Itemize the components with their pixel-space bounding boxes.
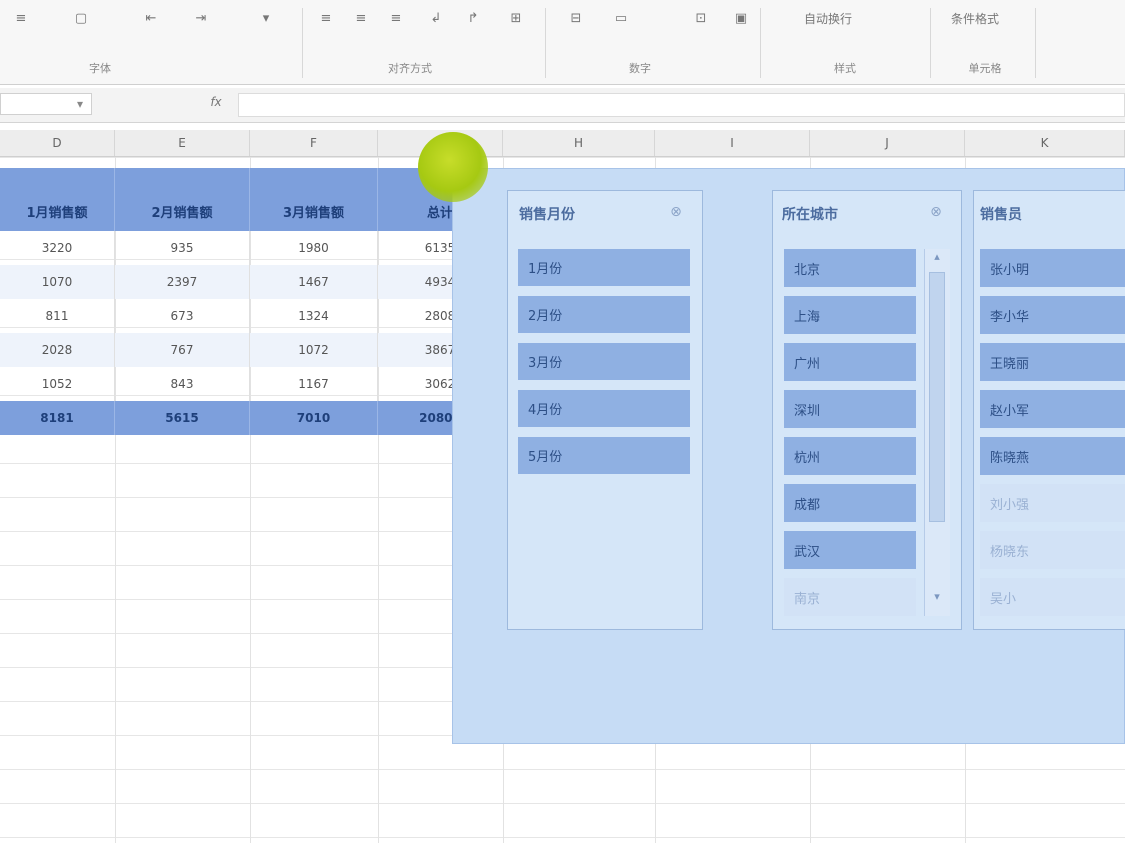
formula-input[interactable] bbox=[238, 93, 1125, 117]
table-cell[interactable]: 1070 bbox=[0, 265, 115, 299]
align-bottom-icon[interactable]: ≡ bbox=[385, 6, 407, 30]
table-cell[interactable]: 843 bbox=[115, 367, 250, 401]
ribbon-separator bbox=[760, 8, 761, 78]
table-header-jan[interactable]: 1月销售额 bbox=[0, 168, 115, 231]
table-cell[interactable]: 673 bbox=[115, 299, 250, 333]
column-header-i[interactable]: I bbox=[655, 130, 810, 156]
scroll-thumb[interactable] bbox=[929, 272, 945, 522]
slicer-item[interactable]: 南京 bbox=[784, 578, 916, 616]
slicer-item[interactable]: 4月份 bbox=[518, 390, 690, 427]
slicer-item[interactable]: 刘小强 bbox=[980, 484, 1125, 522]
ribbon-separator bbox=[545, 8, 546, 78]
group-label-alignment: 对齐方式 bbox=[388, 62, 432, 75]
cursor-highlight bbox=[418, 132, 488, 202]
slicer-item[interactable]: 杨晓东 bbox=[980, 531, 1125, 569]
ribbon-separator bbox=[1035, 8, 1036, 78]
slicer-item[interactable]: 赵小军 bbox=[980, 390, 1125, 428]
slicer-item[interactable]: 3月份 bbox=[518, 343, 690, 380]
scroll-down-icon[interactable]: ▾ bbox=[928, 590, 946, 608]
slicer-item[interactable]: 王晓丽 bbox=[980, 343, 1125, 381]
align-left-icon[interactable]: ≡ bbox=[10, 6, 32, 30]
clear-filter-icon[interactable]: ⊗ bbox=[926, 204, 946, 226]
slicer-title: 所在城市 bbox=[782, 207, 838, 223]
column-header-d[interactable]: D bbox=[0, 130, 115, 156]
number-format-icon[interactable]: ⊟ bbox=[565, 6, 587, 30]
ribbon-separator bbox=[302, 8, 303, 78]
slicer-item[interactable]: 深圳 bbox=[784, 390, 916, 428]
table-total-cell[interactable]: 7010 bbox=[250, 401, 378, 435]
table-cell[interactable]: 811 bbox=[0, 299, 115, 333]
column-header-f[interactable]: F bbox=[250, 130, 378, 156]
align-top-icon[interactable]: ≡ bbox=[315, 6, 337, 30]
conditional-format-button[interactable]: 条件格式 bbox=[940, 6, 1010, 30]
border-icon[interactable]: ▢ bbox=[70, 6, 92, 30]
group-label-cells: 单元格 bbox=[968, 62, 1002, 75]
slicer-item[interactable]: 上海 bbox=[784, 296, 916, 334]
scroll-up-icon[interactable]: ▴ bbox=[928, 250, 946, 268]
slicer-item[interactable]: 1月份 bbox=[518, 249, 690, 286]
dropdown-icon[interactable]: ▾ bbox=[255, 6, 277, 30]
table-cell[interactable]: 1052 bbox=[0, 367, 115, 401]
slicer-item[interactable]: 杭州 bbox=[784, 437, 916, 475]
decimal-decrease-icon[interactable]: ▣ bbox=[730, 6, 752, 30]
table-cell[interactable]: 935 bbox=[115, 231, 250, 265]
slicer-item[interactable]: 北京 bbox=[784, 249, 916, 287]
slicer-title: 销售员 bbox=[980, 207, 1022, 223]
column-header-k[interactable]: K bbox=[965, 130, 1125, 156]
slicer-title: 销售月份 bbox=[519, 207, 575, 223]
wrap-text-button[interactable]: 自动换行 bbox=[768, 6, 888, 30]
slicer-item[interactable]: 张小明 bbox=[980, 249, 1125, 287]
slicer-item[interactable]: 广州 bbox=[784, 343, 916, 381]
clear-filter-icon[interactable]: ⊗ bbox=[666, 204, 686, 226]
insert-function-button[interactable]: fx bbox=[205, 95, 227, 115]
slicer-item[interactable]: 陈晓燕 bbox=[980, 437, 1125, 475]
align-middle-icon[interactable]: ≡ bbox=[350, 6, 372, 30]
slicer-item[interactable]: 2月份 bbox=[518, 296, 690, 333]
name-box[interactable]: ▾ bbox=[0, 93, 92, 115]
group-label-number: 数字 bbox=[629, 62, 651, 75]
table-cell[interactable]: 3220 bbox=[0, 231, 115, 265]
rotate-icon[interactable]: ↱ bbox=[462, 6, 484, 30]
slicer-item[interactable]: 李小华 bbox=[980, 296, 1125, 334]
ribbon-separator bbox=[930, 8, 931, 78]
column-header-h[interactable]: H bbox=[503, 130, 655, 156]
table-cell[interactable]: 2397 bbox=[115, 265, 250, 299]
decrease-indent-icon[interactable]: ⇤ bbox=[140, 6, 162, 30]
column-header-e[interactable]: E bbox=[115, 130, 250, 156]
orientation-icon[interactable]: ↲ bbox=[425, 6, 447, 30]
table-cell[interactable]: 767 bbox=[115, 333, 250, 367]
decimal-increase-icon[interactable]: ⊡ bbox=[690, 6, 712, 30]
table-header-feb[interactable]: 2月销售额 bbox=[115, 168, 250, 231]
table-cell[interactable]: 1467 bbox=[250, 265, 378, 299]
group-label-styles: 样式 bbox=[834, 62, 856, 75]
group-label-font: 字体 bbox=[89, 62, 111, 75]
slicer-item[interactable]: 成都 bbox=[784, 484, 916, 522]
column-header-j[interactable]: J bbox=[810, 130, 965, 156]
merge-cells-icon[interactable]: ⊞ bbox=[505, 6, 527, 30]
table-cell[interactable]: 1324 bbox=[250, 299, 378, 333]
slicer-item[interactable]: 武汉 bbox=[784, 531, 916, 569]
table-cell[interactable]: 2028 bbox=[0, 333, 115, 367]
table-cell[interactable]: 1980 bbox=[250, 231, 378, 265]
increase-indent-icon[interactable]: ⇥ bbox=[190, 6, 212, 30]
percent-icon[interactable]: ▭ bbox=[610, 6, 632, 30]
table-cell[interactable]: 1167 bbox=[250, 367, 378, 401]
table-total-cell[interactable]: 8181 bbox=[0, 401, 115, 435]
table-total-cell[interactable]: 5615 bbox=[115, 401, 250, 435]
table-header-mar[interactable]: 3月销售额 bbox=[250, 168, 378, 231]
slicer-item[interactable]: 吴小 bbox=[980, 578, 1125, 616]
table-cell[interactable]: 1072 bbox=[250, 333, 378, 367]
slicer-item[interactable]: 5月份 bbox=[518, 437, 690, 474]
